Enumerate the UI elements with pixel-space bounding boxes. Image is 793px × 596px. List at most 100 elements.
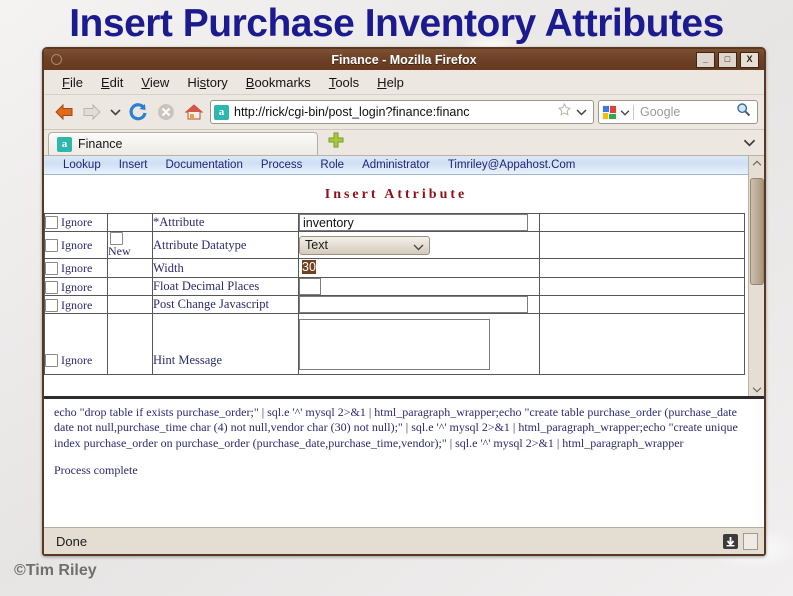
maximize-button[interactable]: □: [718, 51, 737, 68]
output-script-text: echo "drop table if exists purchase_orde…: [54, 405, 738, 450]
window-controls: _ □ X: [696, 51, 764, 68]
ignore-label: Ignore: [61, 237, 93, 252]
scrollbar-thumb[interactable]: [750, 178, 764, 285]
field-cell: [298, 313, 540, 376]
width-input-value: 30: [302, 260, 316, 275]
field-label: *Attribute: [152, 213, 299, 232]
notepad-icon[interactable]: [743, 532, 758, 550]
appnav-link-lookup[interactable]: Lookup: [54, 159, 110, 171]
plus-icon[interactable]: [328, 132, 344, 153]
url-text[interactable]: http://rick/cgi-bin/post_login?finance:f…: [234, 105, 558, 119]
url-dropdown-icon[interactable]: [574, 103, 590, 121]
field-cell: [298, 213, 540, 232]
spacer-cell: [539, 258, 745, 279]
scroll-down-icon[interactable]: [749, 382, 764, 396]
menu-bookmarks[interactable]: Bookmarks: [237, 73, 320, 92]
ignore-cell: Ignore: [44, 313, 108, 376]
field-cell: Text: [298, 230, 540, 260]
window-titlebar: Finance - Mozilla Firefox _ □ X: [44, 49, 764, 70]
field-label: Width: [152, 258, 299, 279]
ignore-cell: Ignore: [44, 277, 108, 297]
hint-message-textarea[interactable]: [299, 319, 490, 371]
tab-finance[interactable]: a Finance: [48, 132, 318, 155]
status-bar: Done: [44, 527, 764, 554]
tab-strip: a Finance: [44, 130, 764, 156]
app-navigation: Lookup Insert Documentation Process Role…: [44, 156, 748, 175]
ignore-checkbox[interactable]: [45, 354, 58, 368]
new-cell: [107, 258, 153, 279]
ignore-checkbox[interactable]: [45, 298, 58, 312]
appnav-link-administrator[interactable]: Administrator: [353, 159, 439, 171]
appnav-link-role[interactable]: Role: [311, 159, 353, 171]
tab-label: Finance: [78, 137, 123, 151]
scroll-up-icon[interactable]: [749, 156, 764, 170]
spacer-cell: [539, 277, 745, 297]
back-arrow-icon[interactable]: [50, 98, 78, 126]
table-row: Ignore Post Change Javascript: [44, 295, 745, 315]
minimize-button[interactable]: _: [696, 51, 715, 68]
magnifier-icon[interactable]: [736, 102, 754, 122]
field-cell: [298, 295, 540, 315]
process-output: echo "drop table if exists purchase_orde…: [44, 396, 764, 527]
field-label: Post Change Javascript: [152, 295, 299, 315]
history-dropdown-icon[interactable]: [106, 98, 124, 126]
ignore-label: Ignore: [61, 297, 93, 312]
appnav-link-user-email[interactable]: Timriley@Appahost.Com: [439, 159, 585, 171]
menu-view[interactable]: View: [132, 73, 178, 92]
copyright-text: ©Tim Riley: [14, 562, 97, 579]
new-label: New: [108, 244, 131, 258]
star-icon[interactable]: [557, 102, 574, 121]
browser-window: Finance - Mozilla Firefox _ □ X FFileile…: [42, 47, 766, 556]
ignore-checkbox[interactable]: [45, 238, 58, 252]
spacer-cell: [539, 230, 745, 260]
field-label: Hint Message: [152, 313, 299, 376]
reload-icon[interactable]: [124, 98, 152, 126]
page-scrollbar[interactable]: [748, 156, 764, 396]
home-icon[interactable]: [180, 98, 208, 126]
search-bar[interactable]: Google: [598, 100, 758, 124]
url-bar[interactable]: a http://rick/cgi-bin/post_login?finance…: [210, 100, 594, 124]
width-input[interactable]: 30: [299, 259, 319, 277]
output-status-text: Process complete: [54, 463, 138, 478]
spacer-cell: [539, 313, 745, 376]
new-cell: [107, 277, 153, 297]
search-engine-dropdown-icon[interactable]: [617, 103, 633, 121]
ignore-checkbox[interactable]: [45, 262, 58, 275]
ignore-checkbox[interactable]: [45, 216, 58, 230]
ignore-cell: Ignore: [44, 258, 108, 279]
scrollbar-track[interactable]: [749, 170, 764, 382]
site-favicon-icon: a: [214, 104, 229, 120]
menu-history[interactable]: History: [178, 73, 236, 92]
appnav-link-process[interactable]: Process: [252, 159, 312, 171]
search-input[interactable]: Google: [634, 105, 736, 119]
field-label: Float Decimal Places: [152, 277, 299, 297]
ignore-cell: Ignore: [44, 230, 108, 260]
menu-help[interactable]: Help: [368, 73, 413, 92]
spacer-cell: [539, 213, 745, 232]
table-row: Ignore Float Decimal Places: [44, 277, 745, 297]
download-icon[interactable]: [723, 533, 738, 549]
appnav-link-documentation[interactable]: Documentation: [157, 159, 252, 171]
ignore-checkbox[interactable]: [45, 280, 58, 294]
attribute-datatype-select[interactable]: Text: [299, 235, 430, 255]
ignore-label: Ignore: [61, 353, 93, 368]
post-change-javascript-input[interactable]: [299, 296, 528, 314]
appnav-link-insert[interactable]: Insert: [110, 159, 157, 171]
ignore-label: Ignore: [61, 279, 93, 294]
menu-tools[interactable]: Tools: [320, 73, 368, 92]
attribute-input[interactable]: [299, 214, 528, 231]
new-cell: [107, 295, 153, 315]
tab-favicon-icon: a: [57, 136, 72, 152]
forward-arrow-icon: [78, 98, 106, 126]
new-cell: [107, 213, 153, 232]
menu-file[interactable]: FFileile: [53, 73, 92, 92]
attribute-table: Ignore *Attribute Ignore: [44, 213, 745, 376]
google-logo-icon[interactable]: [602, 104, 617, 120]
slide-title: Insert Purchase Inventory Attributes: [69, 2, 724, 45]
menu-edit[interactable]: Edit: [92, 73, 132, 92]
float-decimal-places-input[interactable]: [299, 278, 321, 296]
table-row: Ignore Hint Message: [44, 313, 745, 376]
chevron-down-icon[interactable]: [743, 134, 756, 152]
close-button[interactable]: X: [740, 51, 759, 68]
table-row: Ignore Width 30: [44, 258, 745, 279]
